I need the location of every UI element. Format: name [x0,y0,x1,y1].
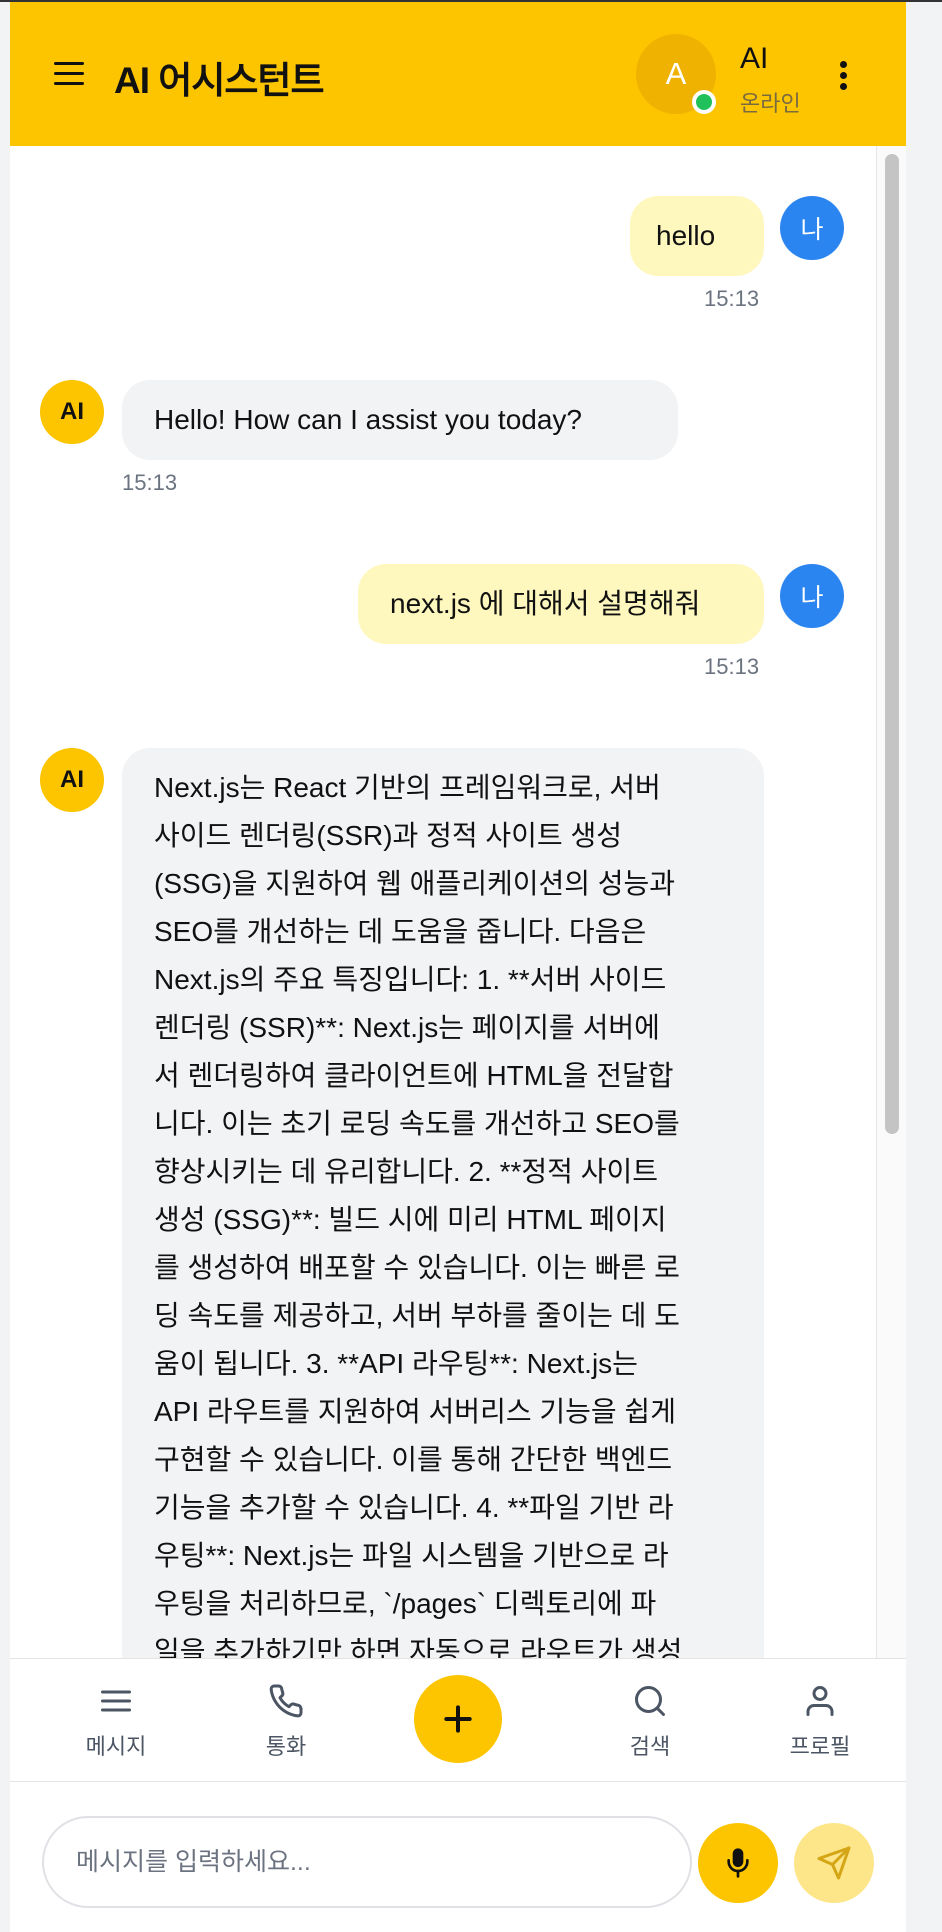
app-header: AI 어시스턴트 A AI 온라인 [10,2,906,146]
message-line: API 라우트를 지원하여 서버리스 기능을 쉽게 [154,1396,676,1427]
nav-label: 검색 [629,1734,671,1759]
message-time: 15:13 [704,286,760,311]
message-input[interactable] [42,1816,692,1908]
message-line: 우팅을 처리하므로, `/pages` 디렉토리에 파 [154,1588,657,1619]
message-line: SEO를 개선하는 데 도움을 줍니다. 다음은 [154,916,647,947]
message-line: 를 생성하여 배포할 수 있습니다. 이는 빠른 로 [154,1252,680,1283]
voice-input-button[interactable] [698,1823,778,1903]
user-avatar: 나 [780,564,844,628]
user-icon [806,1686,834,1716]
message-line: 움이 됩니다. 3. **API 라우팅**: Next.js는 [154,1348,638,1379]
user-message-bubble: next.js 에 대해서 설명해줘 [358,564,764,644]
message-line: 향상시키는 데 유리합니다. 2. **정적 사이트 [154,1156,658,1187]
message-time: 15:13 [122,470,178,495]
add-button[interactable] [414,1675,502,1763]
contact-status: 온라인 [740,91,801,116]
nav-item-profile[interactable]: 프로필 [760,1659,880,1783]
online-status-dot [692,90,716,114]
menu-lines-icon [101,1690,131,1712]
message-line: 니다. 이는 초기 로딩 속도를 개선하고 SEO를 [154,1108,680,1139]
message-line: 사이드 렌더링(SSR)과 정적 사이트 생성 [154,820,622,851]
message-line: Next.js의 주요 특징입니다: 1. **서버 사이드 [154,964,667,995]
user-message-bubble: hello [630,196,764,276]
nav-item-messages[interactable]: 메시지 [56,1659,176,1783]
hamburger-menu-icon[interactable] [54,60,86,88]
chat-scrollbar[interactable] [876,146,906,1658]
message-line: Next.js는 React 기반의 프레임워크로, 서버 [154,772,661,803]
send-icon [817,1846,851,1880]
ai-avatar: AI [40,748,104,812]
send-button[interactable] [794,1823,874,1903]
ai-avatar: AI [40,380,104,444]
message-line: 우팅**: Next.js는 파일 시스템을 기반으로 라 [154,1540,669,1571]
message-composer [10,1782,906,1932]
contact-name: AI [740,42,769,75]
scrollbar-thumb[interactable] [885,154,899,1134]
microphone-icon [727,1848,749,1878]
message-line: 기능을 추가할 수 있습니다. 4. **파일 기반 라 [154,1492,674,1523]
plus-icon [444,1705,472,1733]
message-line: 렌더링 (SSR)**: Next.js는 페이지를 서버에 [154,1012,660,1043]
user-avatar: 나 [780,196,844,260]
ai-message-bubble: Hello! How can I assist you today? [122,380,678,460]
chat-messages[interactable]: 나 hello 15:13 AI Hello! How can I assist… [10,146,906,1658]
nav-label: 통화 [265,1734,307,1759]
message-line: 서 렌더링하여 클라이언트에 HTML을 전달합 [154,1060,674,1091]
message-line: (SSG)을 지원하여 웹 애플리케이션의 성능과 [154,868,676,899]
nav-label: 프로필 [789,1734,851,1759]
app-title: AI 어시스턴트 [114,60,324,101]
nav-label: 메시지 [85,1734,147,1759]
message-line: 구현할 수 있습니다. 이를 통해 간단한 백엔드 [154,1444,673,1475]
chat-app: AI 어시스턴트 A AI 온라인 나 hello 15:13 AI Hello… [10,2,906,1932]
nav-item-calls[interactable]: 통화 [226,1659,346,1783]
message-line: 생성 (SSG)**: 빌드 시에 미리 HTML 페이지 [154,1204,667,1235]
phone-icon [269,1684,303,1718]
ai-message-bubble: Next.js는 React 기반의 프레임워크로, 서버 사이드 렌더링(SS… [122,748,764,1658]
message-line: 일을 추가하기만 하면 자동으로 라우트가 생성 [154,1636,683,1658]
search-icon [635,1686,665,1716]
bottom-navigation: 메시지 통화 검색 프로필 [10,1658,906,1782]
nav-item-search[interactable]: 검색 [590,1659,710,1783]
more-options-icon[interactable] [836,58,852,94]
message-time: 15:13 [704,654,760,679]
message-line: 딩 속도를 제공하고, 서버 부하를 줄이는 데 도 [154,1300,680,1331]
